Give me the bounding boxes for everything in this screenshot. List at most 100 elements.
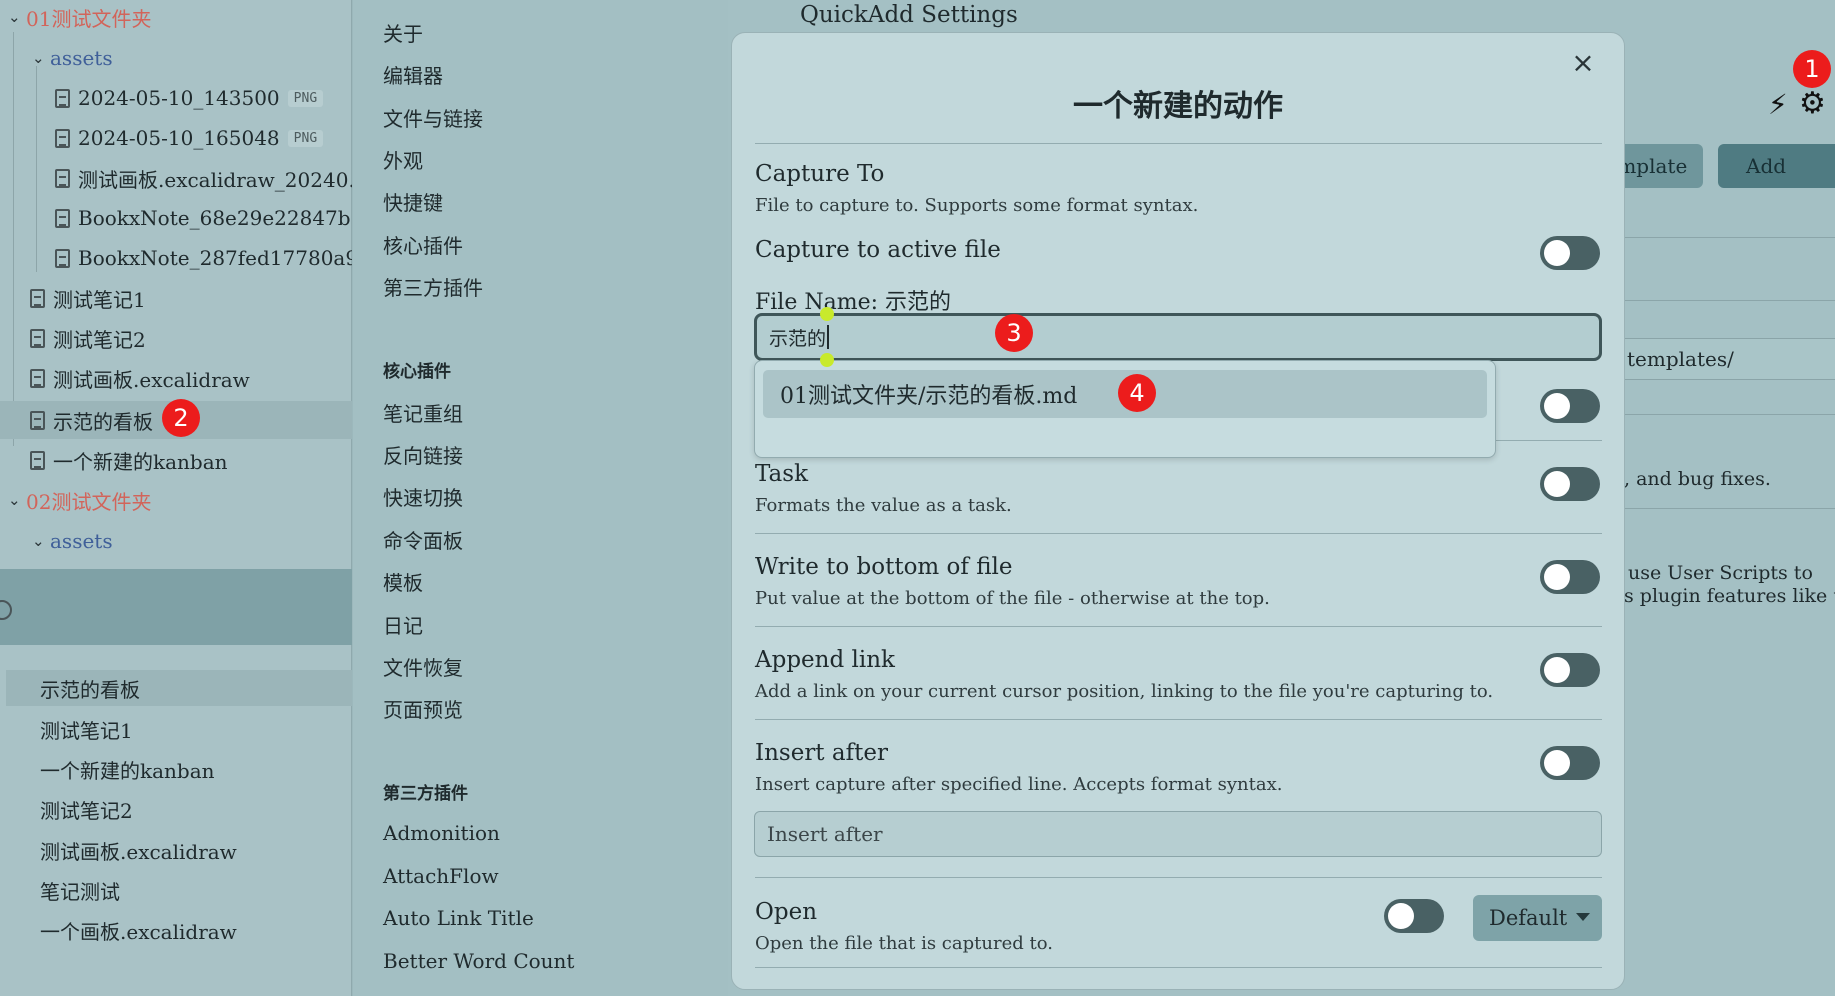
file-item[interactable]: 2024-05-10_143500 PNG bbox=[55, 81, 324, 115]
recent-label: 一个新建的kanban bbox=[40, 758, 215, 783]
recent-item[interactable]: 一个新建的kanban bbox=[6, 751, 352, 787]
task-toggle[interactable] bbox=[1540, 467, 1600, 501]
folder-assets[interactable]: ⌄ assets bbox=[32, 524, 113, 558]
chevron-down-icon: ⌄ bbox=[8, 8, 21, 26]
file-item[interactable]: BookxNote_68e29e22847b1… bbox=[55, 201, 352, 235]
capture-to-label: Capture To bbox=[755, 161, 885, 187]
capture-active-toggle[interactable] bbox=[1540, 236, 1600, 270]
settings-nav-item[interactable]: 模板 bbox=[383, 566, 423, 596]
file-item[interactable]: 2024-05-10_165048 PNG bbox=[55, 121, 324, 155]
file-ext-badge: PNG bbox=[287, 89, 324, 107]
settings-nav-item[interactable]: Better Word Count bbox=[383, 946, 574, 976]
modal-title: 一个新建的动作 bbox=[1073, 89, 1283, 124]
drawing-file-icon bbox=[30, 368, 45, 388]
recent-item[interactable]: 测试笔记2 bbox=[6, 791, 352, 827]
settings-nav-item[interactable]: 命令面板 bbox=[383, 524, 463, 554]
divider bbox=[1623, 508, 1835, 509]
recent-label: 一个画板.excalidraw bbox=[40, 919, 237, 944]
append-link-toggle[interactable] bbox=[1540, 653, 1600, 687]
recent-item[interactable]: 笔记测试 bbox=[6, 872, 352, 908]
file-ext-badge: PNG bbox=[287, 129, 324, 147]
recent-files-header bbox=[0, 569, 352, 645]
nav-section-header: 第三方插件 bbox=[383, 783, 468, 804]
write-bottom-desc: Put value at the bottom of the file - ot… bbox=[755, 588, 1270, 609]
divider bbox=[1623, 237, 1835, 238]
recent-item[interactable]: 一个画板.excalidraw bbox=[6, 912, 352, 948]
close-icon[interactable]: × bbox=[1568, 46, 1598, 79]
lightning-icon[interactable]: ⚡ bbox=[1768, 88, 1788, 121]
open-toggle[interactable] bbox=[1384, 899, 1444, 933]
selection-handle[interactable] bbox=[820, 307, 834, 321]
settings-nav-item[interactable]: 编辑器 bbox=[383, 59, 443, 89]
capture-to-desc: File to capture to. Supports some format… bbox=[755, 195, 1199, 216]
image-file-icon bbox=[55, 88, 70, 108]
write-bottom-toggle[interactable] bbox=[1540, 560, 1600, 594]
file-item[interactable]: 测试画板.excalidraw_20240… bbox=[55, 161, 352, 195]
settings-nav-item[interactable]: 外观 bbox=[383, 144, 423, 174]
chevron-down-icon: ⌄ bbox=[32, 49, 45, 67]
settings-nav-item[interactable]: 文件与链接 bbox=[383, 102, 483, 132]
selection-handle[interactable] bbox=[820, 353, 834, 367]
file-item[interactable]: 测试笔记1 bbox=[30, 281, 146, 315]
folder-label: assets bbox=[50, 46, 113, 70]
recent-item[interactable]: 示范的看板 bbox=[6, 670, 352, 706]
divider bbox=[755, 967, 1602, 968]
recent-item[interactable]: 测试笔记1 bbox=[6, 711, 352, 747]
settings-nav-item[interactable]: 日记 bbox=[383, 609, 423, 639]
annotation-marker-1: 1 bbox=[1793, 50, 1831, 88]
file-name-value: 示范的 bbox=[769, 327, 827, 350]
settings-nav-item[interactable]: 文件恢复 bbox=[383, 651, 463, 681]
insert-after-toggle[interactable] bbox=[1540, 746, 1600, 780]
settings-nav-item[interactable]: 快捷键 bbox=[383, 186, 443, 216]
annotation-marker-2: 2 bbox=[162, 399, 200, 437]
page-title: QuickAdd Settings bbox=[800, 2, 1018, 28]
open-desc: Open the file that is captured to. bbox=[755, 933, 1053, 954]
setting-desc: , and bug fixes. bbox=[1624, 468, 1771, 490]
image-file-icon bbox=[55, 208, 70, 228]
insert-after-input[interactable]: Insert after bbox=[754, 811, 1602, 857]
settings-nav-item[interactable]: 第三方插件 bbox=[383, 271, 483, 301]
nav-section-header: 核心插件 bbox=[383, 361, 451, 382]
insert-after-desc: Insert capture after specified line. Acc… bbox=[755, 774, 1283, 795]
settings-nav-item[interactable]: 关于 bbox=[383, 17, 423, 47]
folder-label: 01测试文件夹 bbox=[26, 6, 152, 31]
folder-label: 02测试文件夹 bbox=[26, 489, 152, 514]
file-label: BookxNote_68e29e22847b1… bbox=[78, 206, 352, 230]
add-button[interactable]: Add bbox=[1718, 144, 1835, 188]
recent-label: 笔记测试 bbox=[40, 879, 120, 904]
settings-nav-item[interactable]: 反向链接 bbox=[383, 439, 463, 469]
annotation-marker-4: 4 bbox=[1118, 374, 1156, 412]
file-item[interactable]: 测试笔记2 bbox=[30, 321, 146, 355]
folder-01[interactable]: ⌄ 01测试文件夹 bbox=[8, 0, 151, 34]
folder-02[interactable]: ⌄ 02测试文件夹 bbox=[8, 483, 151, 517]
divider bbox=[755, 533, 1602, 534]
gear-icon[interactable]: ⚙ bbox=[1799, 86, 1826, 121]
settings-nav-item[interactable]: 笔记重组 bbox=[383, 397, 463, 427]
recent-label: 示范的看板 bbox=[40, 677, 140, 702]
file-name-input[interactable]: 示范的 bbox=[754, 313, 1602, 361]
recent-label: 测试笔记2 bbox=[40, 798, 133, 823]
templates-folder-input[interactable]: templates/ bbox=[1618, 338, 1835, 380]
settings-nav-item[interactable]: Auto Link Title bbox=[383, 903, 534, 933]
settings-nav-item[interactable]: AttachFlow bbox=[383, 861, 499, 891]
file-item[interactable]: BookxNote_287fed17780a9… bbox=[55, 241, 352, 275]
chevron-down-icon bbox=[1576, 913, 1590, 921]
settings-nav-item[interactable]: 页面预览 bbox=[383, 693, 463, 723]
divider bbox=[755, 719, 1602, 720]
open-mode-select[interactable]: Default bbox=[1473, 895, 1602, 941]
image-file-icon bbox=[55, 248, 70, 268]
tree-guide bbox=[36, 66, 37, 272]
settings-nav-item[interactable]: Admonition bbox=[383, 818, 500, 848]
file-item[interactable]: 一个新建的kanban bbox=[30, 443, 228, 477]
setting-desc: use User Scripts to bbox=[1628, 562, 1813, 584]
task-label: Task bbox=[755, 461, 809, 487]
file-label: BookxNote_287fed17780a9… bbox=[78, 246, 352, 270]
settings-nav-item[interactable]: 快速切换 bbox=[383, 481, 463, 511]
recent-item[interactable]: 测试画板.excalidraw bbox=[6, 832, 352, 868]
folder-assets[interactable]: ⌄ assets bbox=[32, 41, 113, 75]
quickadd-action-modal: × 一个新建的动作 Capture To File to capture to.… bbox=[731, 32, 1625, 990]
file-explorer: ⌄ 01测试文件夹 ⌄ assets 2024-05-10_143500 PNG… bbox=[0, 0, 352, 996]
file-item[interactable]: 测试画板.excalidraw bbox=[30, 361, 250, 395]
hidden-option-toggle[interactable] bbox=[1540, 389, 1600, 423]
settings-nav-item[interactable]: 核心插件 bbox=[383, 229, 463, 259]
